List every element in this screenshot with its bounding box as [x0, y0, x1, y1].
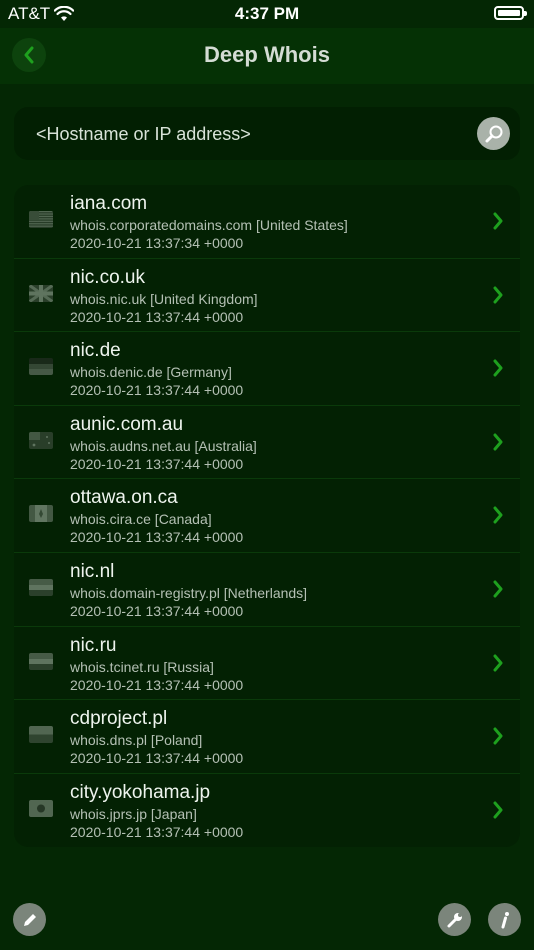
- chevron-right-icon: [493, 506, 503, 524]
- whois-server-label: whois.jprs.jp [Japan]: [70, 805, 197, 822]
- whois-server-label: whois.denic.de [Germany]: [70, 364, 232, 381]
- edit-button[interactable]: [13, 903, 46, 936]
- domain-label: city.yokohama.jp: [70, 781, 211, 803]
- list-item[interactable]: iana.com whois.corporatedomains.com [Uni…: [14, 185, 520, 259]
- list-item[interactable]: nic.de whois.denic.de [Germany] 2020-10-…: [14, 332, 520, 406]
- chevron-right-icon: [493, 433, 503, 451]
- list-item[interactable]: nic.co.uk whois.nic.uk [United Kingdom] …: [14, 259, 520, 333]
- clock: 4:37 PM: [234, 4, 300, 23]
- info-icon: [501, 911, 509, 928]
- magnifier-icon: [485, 125, 502, 142]
- chevron-right-icon: [493, 727, 503, 745]
- list-item[interactable]: ottawa.on.ca whois.cira.ce [Canada] 2020…: [14, 479, 520, 553]
- list-item[interactable]: city.yokohama.jp whois.jprs.jp [Japan] 2…: [14, 774, 520, 848]
- flag-pl-icon: [29, 726, 53, 744]
- domain-label: nic.co.uk: [70, 266, 145, 288]
- lookup-date-label: 2020-10-21 13:37:44 +0000: [70, 676, 244, 693]
- chevron-right-icon: [493, 580, 503, 598]
- whois-server-label: whois.audns.net.au [Australia]: [70, 437, 257, 454]
- chevron-right-icon: [493, 654, 503, 672]
- lookup-date-label: 2020-10-21 13:37:34 +0000: [70, 235, 244, 251]
- info-button[interactable]: [488, 903, 521, 936]
- domain-label: nic.nl: [70, 560, 115, 582]
- lookup-date-label: 2020-10-21 13:37:44 +0000: [70, 455, 244, 472]
- domain-label: cdproject.pl: [70, 708, 168, 730]
- tools-button[interactable]: [438, 903, 471, 936]
- list-item[interactable]: cdproject.pl whois.dns.pl [Poland] 2020-…: [14, 700, 520, 774]
- flag-ru-icon: [29, 652, 53, 670]
- list-item[interactable]: nic.nl whois.domain-registry.pl [Netherl…: [14, 553, 520, 627]
- navigation-bar: Deep Whois: [0, 28, 534, 84]
- domain-label: iana.com: [70, 193, 148, 214]
- chevron-right-icon: [493, 286, 503, 304]
- flag-de-icon: [29, 358, 53, 376]
- whois-server-label: whois.nic.uk [United Kingdom]: [70, 290, 258, 307]
- flag-us-icon: [29, 211, 53, 228]
- flag-uk-icon: [29, 284, 53, 302]
- whois-server-label: whois.tcinet.ru [Russia]: [70, 658, 214, 675]
- page-title: Deep Whois: [204, 42, 330, 67]
- whois-server-label: whois.cira.ce [Canada]: [70, 511, 212, 528]
- lookup-date-label: 2020-10-21 13:37:44 +0000: [70, 602, 244, 619]
- search-input[interactable]: [34, 107, 468, 162]
- search-bar: [14, 107, 520, 162]
- pencil-icon: [23, 913, 36, 926]
- chevron-right-icon: [493, 359, 503, 377]
- lookup-date-label: 2020-10-21 13:37:44 +0000: [70, 750, 244, 767]
- flag-nl-icon: [29, 578, 53, 596]
- list-item[interactable]: nic.ru whois.tcinet.ru [Russia] 2020-10-…: [14, 627, 520, 701]
- status-bar: AT&T 4:37 PM: [0, 0, 534, 28]
- lookup-date-label: 2020-10-21 13:37:44 +0000: [70, 308, 244, 325]
- whois-history-list: iana.com whois.corporatedomains.com [Uni…: [14, 185, 520, 848]
- whois-server-label: whois.corporatedomains.com [United State…: [70, 217, 348, 233]
- whois-server-label: whois.dns.pl [Poland]: [70, 732, 203, 749]
- domain-label: nic.ru: [70, 634, 117, 656]
- domain-label: nic.de: [70, 340, 121, 362]
- chevron-right-icon: [493, 801, 503, 819]
- lookup-date-label: 2020-10-21 13:37:44 +0000: [70, 382, 244, 399]
- search-button[interactable]: [477, 117, 510, 150]
- flag-au-icon: [29, 431, 53, 449]
- chevron-right-icon: [493, 212, 503, 230]
- list-item[interactable]: aunic.com.au whois.audns.net.au [Austral…: [14, 406, 520, 480]
- lookup-date-label: 2020-10-21 13:37:44 +0000: [70, 529, 244, 546]
- lookup-date-label: 2020-10-21 13:37:44 +0000: [70, 823, 244, 840]
- battery-icon: [494, 6, 527, 20]
- whois-server-label: whois.domain-registry.pl [Netherlands]: [70, 584, 308, 601]
- flag-jp-icon: [29, 799, 53, 817]
- flag-ca-icon: [29, 505, 53, 523]
- wrench-icon: [447, 912, 462, 927]
- domain-label: aunic.com.au: [70, 413, 184, 435]
- domain-label: ottawa.on.ca: [70, 487, 178, 509]
